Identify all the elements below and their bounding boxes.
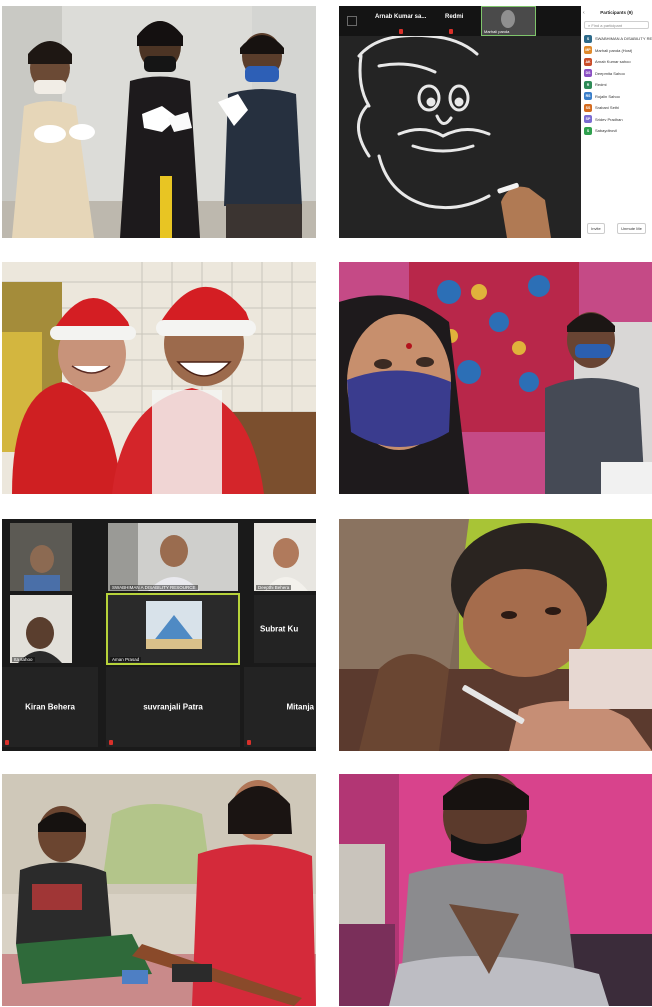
photo-collage: Arnab Kumar sa... Redmi Marhali panda ‹ … <box>0 0 652 1007</box>
participant-avatar: AK <box>584 57 592 66</box>
participant-avatar: SP <box>584 115 592 124</box>
muted-mic-icon <box>109 740 113 745</box>
shared-drawing-board <box>339 6 581 238</box>
participant-name: Srabani Sethi <box>595 105 620 111</box>
invite-button[interactable]: Invite <box>587 223 605 234</box>
participant-list: SSWABHIMAN A DISABILITY RESOURCE...MPMar… <box>581 33 652 137</box>
participant-name: Mitanja <box>286 702 314 712</box>
photo-child-with-teacher <box>2 774 316 1006</box>
participant-name: Sridev Pradhan <box>595 116 623 122</box>
photo-boy-in-mask <box>339 774 652 1006</box>
participant-name: Aman Prasad <box>110 657 142 662</box>
participant-row[interactable]: SP Sridev Pradhan <box>581 114 652 126</box>
participant-name: SWABHIMAN A DISABILITY RESOURCE <box>110 585 198 590</box>
participant-tile[interactable]: Ita sahoo <box>10 595 72 663</box>
participant-name: Rojalin Sahoo <box>595 93 620 99</box>
video-strip: Arnab Kumar sa... Redmi Marhali panda <box>339 6 581 36</box>
photo-boys-santa-hats <box>2 262 316 494</box>
muted-mic-icon <box>5 740 9 745</box>
participant-tile[interactable]: Kiran Behera <box>2 667 98 747</box>
participant-tile[interactable]: suvranjali Patra <box>106 667 240 747</box>
speaker-name: Arnab Kumar sa... <box>375 14 427 20</box>
participant-name: Deepmita Sahoo <box>595 70 625 76</box>
participant-name: Subrat Ku <box>260 624 299 634</box>
participant-avatar: MP <box>584 46 592 55</box>
participant-avatar: S <box>584 34 592 43</box>
photo-selfie-masks <box>339 262 652 494</box>
zoom-drawing-session: Arnab Kumar sa... Redmi Marhali panda ‹ … <box>339 6 652 238</box>
video-tile <box>347 16 357 26</box>
participant-row[interactable]: SSWABHIMAN A DISABILITY RESOURCE... <box>581 33 652 45</box>
participant-row[interactable]: S Sabaydtrovil <box>581 125 652 137</box>
participant-avatar: RS <box>584 92 592 101</box>
unmute-me-button[interactable]: Unmute Me <box>617 223 646 234</box>
participants-title: Participants (9) <box>600 10 633 15</box>
participant-row[interactable]: DS Deepmita Sahoo <box>581 68 652 80</box>
participant-row[interactable]: RS Rojalin Sahoo <box>581 91 652 103</box>
participant-row[interactable]: SS Srabani Sethi <box>581 102 652 114</box>
photo-boy-writing <box>339 519 652 751</box>
speaker-device: Redmi <box>445 14 464 20</box>
participant-row[interactable]: MP Marhali panda (Host) <box>581 45 652 57</box>
participant-tile[interactable]: Deepthi Behera <box>254 523 316 591</box>
muted-mic-icon <box>449 29 453 34</box>
participant-name: Deepthi Behera <box>256 585 292 590</box>
participant-avatar: SS <box>584 103 592 112</box>
thumbnail-name: Marhali panda <box>484 29 510 34</box>
video-thumbnail[interactable]: Marhali panda <box>481 6 536 36</box>
participant-tile[interactable]: Mitanja <box>244 667 316 747</box>
participant-search-input[interactable]: ⌕ Find a participant <box>584 21 649 29</box>
participant-avatar: DS <box>584 69 592 78</box>
participant-name: Kiran Behera <box>25 702 75 712</box>
participant-name: Ita sahoo <box>12 657 35 662</box>
participant-tile[interactable]: SWABHIMAN A DISABILITY RESOURCE <box>108 523 238 591</box>
zoom-gallery-view: SWABHIMAN A DISABILITY RESOURCE Deepthi … <box>2 519 316 751</box>
participant-name: SWABHIMAN A DISABILITY RESOURCE... <box>595 36 652 42</box>
panel-actions: Invite Unmute Me <box>581 223 652 234</box>
participant-tile[interactable] <box>10 523 72 591</box>
participant-name: suvranjali Patra <box>143 702 203 712</box>
participant-row[interactable]: R Redmi <box>581 79 652 91</box>
participant-name: Marhali panda (Host) <box>595 47 633 53</box>
photo-girls-paper-crafts <box>2 6 316 238</box>
participant-avatar: R <box>584 80 592 89</box>
active-speaker-tile[interactable]: Aman Prasad <box>106 593 240 665</box>
participant-row[interactable]: AK Arnab Kumar sahoo <box>581 56 652 68</box>
participant-tile[interactable]: Subrat Ku <box>254 595 316 663</box>
participant-name: Redmi <box>595 82 607 88</box>
collapse-icon[interactable]: ‹ <box>583 10 585 16</box>
participants-panel: ‹ Participants (9) ⌕ Find a participant … <box>581 6 652 238</box>
participant-avatar: S <box>584 126 592 135</box>
participant-name: Sabaydtrovil <box>595 128 618 134</box>
muted-mic-icon <box>247 740 251 745</box>
muted-mic-icon <box>399 29 403 34</box>
participant-name: Arnab Kumar sahoo <box>595 59 631 65</box>
